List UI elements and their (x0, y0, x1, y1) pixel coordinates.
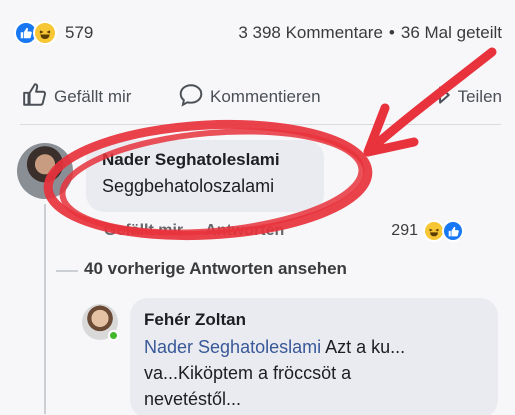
comment-bubble-icon (178, 82, 204, 113)
divider (20, 124, 501, 125)
haha-icon (33, 21, 57, 45)
comment-text: Seggbehatoloszalami (102, 176, 275, 196)
comment-button[interactable]: Kommentieren (178, 82, 378, 113)
like-button[interactable]: Gefällt mir (22, 82, 162, 113)
comment-count[interactable]: 3 398 Kommentare (238, 23, 383, 43)
share-arrow-icon (426, 82, 452, 113)
thread-line (44, 204, 46, 414)
annotation-arrow-head (363, 103, 419, 157)
stats-separator: • (388, 23, 395, 42)
comment-button-label: Kommentieren (210, 87, 321, 106)
comment-reaction-count: 291 (391, 222, 418, 239)
reply-connector (56, 270, 78, 272)
reply-text-line3: nevetéstől... (144, 389, 242, 409)
thumbs-up-icon (22, 82, 48, 113)
commenter-avatar[interactable] (17, 143, 73, 199)
online-status-dot (108, 330, 119, 341)
comment-author[interactable]: Nader Seghatoleslami (102, 150, 308, 170)
like-icon (442, 220, 464, 242)
reaction-icons[interactable] (14, 21, 57, 45)
reply-author[interactable]: Fehér Zoltan (144, 310, 484, 330)
post-stats-bar: 579 3 398 Kommentare • 36 Mal geteilt (14, 20, 502, 46)
share-count[interactable]: 36 Mal geteilt (401, 23, 502, 43)
comment-bubble: Nader Seghatoleslami Seggbehatoloszalami (86, 140, 324, 212)
reply-bubble: Fehér Zoltan Nader Seghatoleslami Azt a … (130, 298, 498, 415)
share-button[interactable]: Teilen (426, 82, 502, 113)
comment-reactions[interactable]: 291 (391, 220, 464, 242)
like-button-label: Gefällt mir (54, 87, 132, 106)
comment-actions: Gefällt mir Antworten 291 (104, 219, 464, 243)
mention-link[interactable]: Nader Seghatoleslami (144, 337, 321, 357)
comment-reply-link[interactable]: Antworten (205, 222, 284, 240)
comment-like-link[interactable]: Gefällt mir (104, 222, 183, 240)
reaction-count[interactable]: 579 (65, 23, 93, 43)
post-actions: Gefällt mir Kommentieren Teilen (22, 80, 502, 114)
view-previous-replies-link[interactable]: 40 vorherige Antworten ansehen (84, 259, 347, 279)
reply-text-line2: va...Kiköptem a fröccsöt a (144, 363, 352, 383)
reply-text: Nader Seghatoleslami Azt a ku... va...Ki… (144, 334, 484, 412)
share-button-label: Teilen (457, 87, 502, 106)
reply-text-line1: Azt a ku... (321, 337, 406, 357)
